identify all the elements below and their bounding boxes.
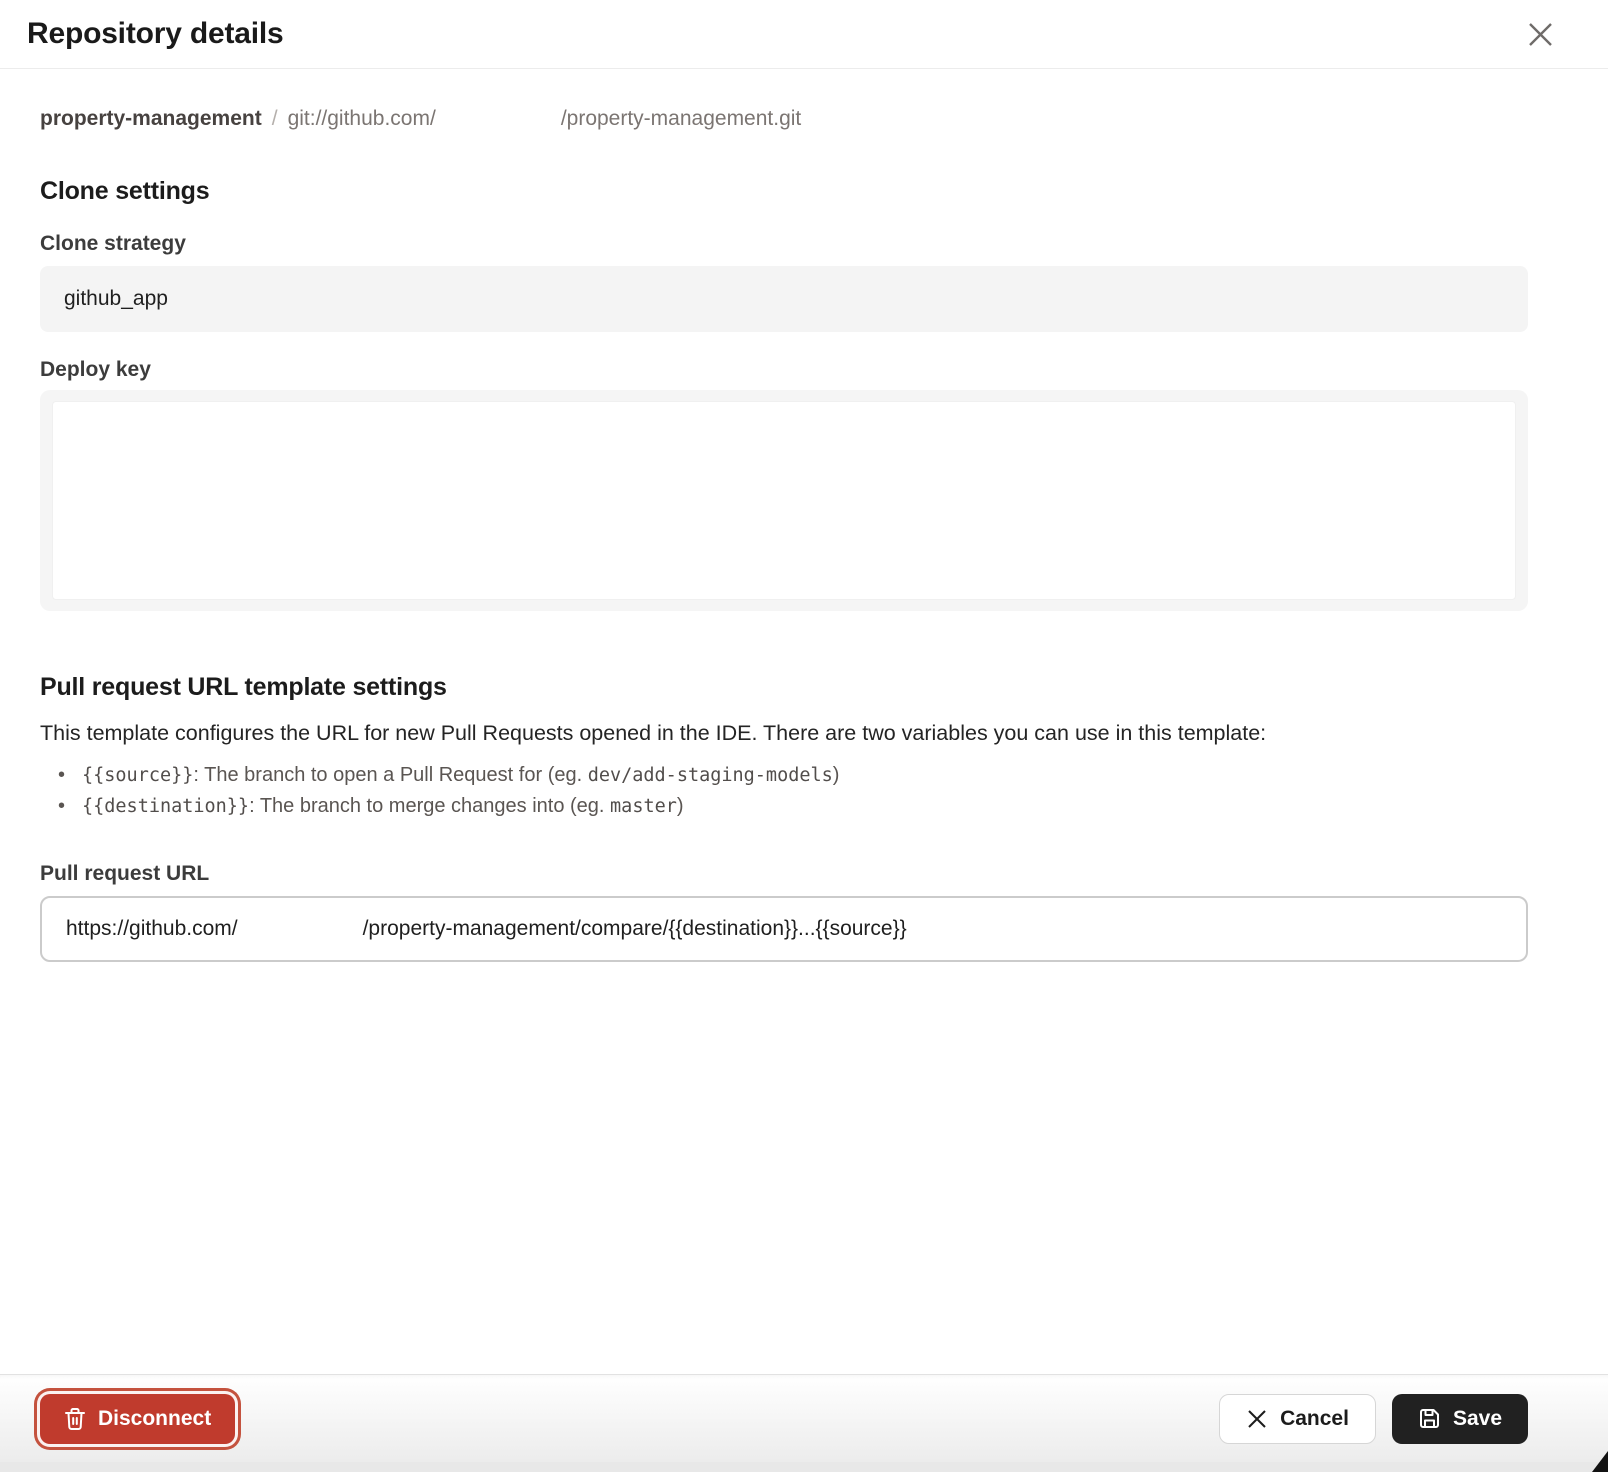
source-variable-code: {{source}} <box>82 765 193 786</box>
template-variable-list: {{source}}: The branch to open a Pull Re… <box>40 760 1528 822</box>
deploy-key-frame <box>40 390 1528 611</box>
pull-request-url-input[interactable]: https://github.com/ /property-management/… <box>40 896 1528 962</box>
destination-variable-text: : The branch to merge changes into (eg. <box>249 795 610 817</box>
save-icon <box>1418 1407 1441 1430</box>
destination-variable-example: master <box>610 796 677 817</box>
pr-template-description: This template configures the URL for new… <box>40 718 1528 748</box>
deploy-key-label: Deploy key <box>40 358 1528 382</box>
save-button-label: Save <box>1453 1407 1502 1431</box>
mouse-cursor-icon <box>1592 1451 1608 1472</box>
cancel-button[interactable]: Cancel <box>1219 1394 1376 1444</box>
background-page-edge <box>0 1462 1608 1472</box>
breadcrumb-separator: / <box>262 105 288 133</box>
disconnect-button-label: Disconnect <box>98 1407 211 1431</box>
list-item: {{source}}: The branch to open a Pull Re… <box>40 760 1528 791</box>
repo-url-prefix: git://github.com/ <box>288 105 436 133</box>
disconnect-button[interactable]: Disconnect <box>40 1394 235 1444</box>
pr-template-heading: Pull request URL template settings <box>40 673 1528 702</box>
repo-url-suffix: /property-management.git <box>561 105 801 133</box>
modal-header: Repository details <box>0 0 1608 69</box>
deploy-key-textarea[interactable] <box>52 401 1516 600</box>
destination-variable-code: {{destination}} <box>82 796 249 817</box>
close-button[interactable] <box>1520 14 1560 54</box>
clone-strategy-input[interactable] <box>40 266 1528 332</box>
cancel-button-label: Cancel <box>1280 1407 1349 1431</box>
x-icon <box>1246 1408 1268 1430</box>
pr-url-suffix: /property-management/compare/{{destinati… <box>363 917 907 941</box>
pr-url-prefix: https://github.com/ <box>66 917 238 941</box>
trash-icon <box>64 1407 86 1431</box>
close-icon <box>1526 20 1555 49</box>
clone-strategy-label: Clone strategy <box>40 232 1528 256</box>
repo-name: property-management <box>40 105 262 133</box>
source-variable-close: ) <box>833 764 840 786</box>
list-item: {{destination}}: The branch to merge cha… <box>40 791 1528 822</box>
modal-body: property-management/git://github.com/ /pr… <box>0 69 1608 1374</box>
clone-settings-heading: Clone settings <box>40 177 1528 206</box>
source-variable-example: dev/add-staging-models <box>588 765 833 786</box>
modal-footer: Disconnect Cancel Save <box>0 1374 1608 1462</box>
destination-variable-close: ) <box>677 795 684 817</box>
source-variable-text: : The branch to open a Pull Request for … <box>193 764 587 786</box>
pull-request-url-label: Pull request URL <box>40 862 1528 886</box>
repository-details-modal: Repository details property-management/g… <box>0 0 1608 1472</box>
save-button[interactable]: Save <box>1392 1394 1528 1444</box>
breadcrumb: property-management/git://github.com/ /pr… <box>40 105 1528 133</box>
page-title: Repository details <box>27 17 283 51</box>
